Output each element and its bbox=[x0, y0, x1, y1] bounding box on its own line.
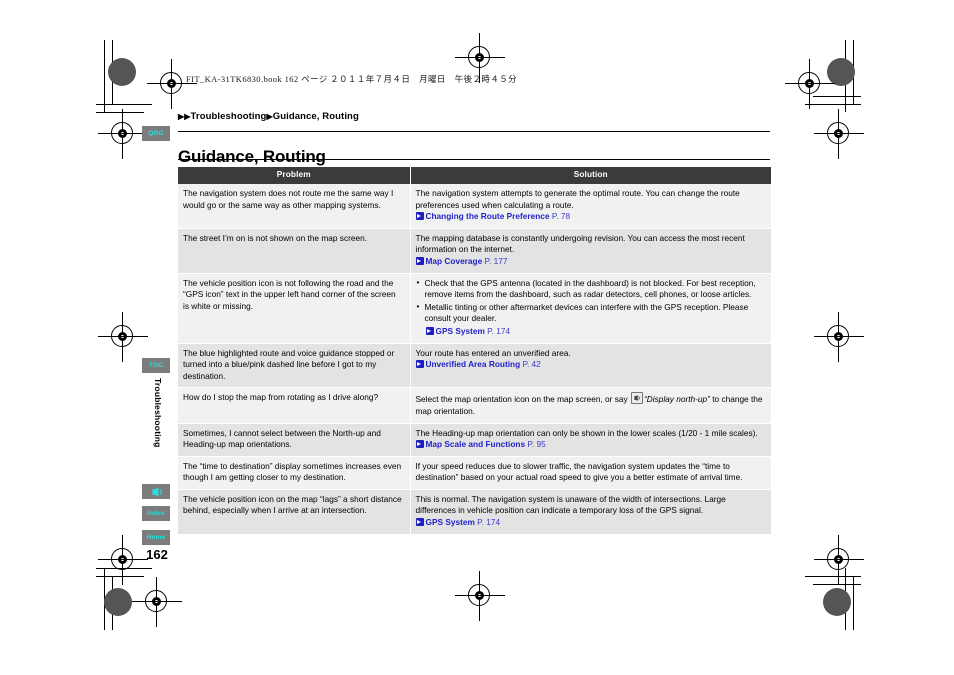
column-header-problem: Problem bbox=[178, 167, 411, 184]
cross-reference-link[interactable]: Map Coverage P. 177 bbox=[415, 255, 766, 268]
list-item: Metallic tinting or other aftermarket de… bbox=[417, 301, 766, 325]
cell-solution: This is normal. The navigation system is… bbox=[410, 489, 771, 535]
reference-arrow-icon bbox=[415, 440, 424, 449]
voice-command-icon bbox=[150, 487, 163, 497]
reference-arrow-icon bbox=[425, 326, 434, 335]
title-rule-bottom bbox=[178, 159, 770, 160]
reference-title: Map Coverage bbox=[425, 255, 483, 266]
table-header-row: Problem Solution bbox=[178, 167, 771, 184]
cell-problem: Sometimes, I cannot select between the N… bbox=[178, 423, 411, 457]
cell-solution: Your route has entered an unverified are… bbox=[410, 343, 771, 389]
breadcrumb-item-troubleshooting[interactable]: Troubleshooting bbox=[191, 111, 267, 122]
cell-problem: The street I’m on is not shown on the ma… bbox=[178, 228, 411, 274]
reference-title: Unverified Area Routing bbox=[425, 359, 521, 370]
reference-title: GPS System bbox=[435, 325, 485, 336]
cell-problem: The vehicle position icon on the map “la… bbox=[178, 489, 411, 535]
reference-page: P. 78 bbox=[551, 211, 571, 222]
print-slug: FIT_KA-31TK6830.book 162 ページ ２０１１年７月４日 月… bbox=[186, 74, 518, 84]
table-row: The vehicle position icon is not followi… bbox=[178, 273, 771, 344]
sidebar-tab-home-label: Home bbox=[146, 534, 166, 541]
reference-title: Map Scale and Functions bbox=[425, 439, 526, 450]
reference-arrow-icon bbox=[415, 212, 424, 221]
cell-solution: The navigation system attempts to genera… bbox=[410, 184, 771, 229]
table-row: Sometimes, I cannot select between the N… bbox=[178, 423, 771, 457]
sidebar-tab-qrg-label: QRG bbox=[148, 130, 164, 137]
list-item: Check that the GPS antenna (located in t… bbox=[417, 277, 766, 301]
solution-bullet-list: Check that the GPS antenna (located in t… bbox=[416, 277, 766, 325]
cross-reference-link[interactable]: Unverified Area Routing P. 42 bbox=[415, 359, 766, 371]
cell-solution: The Heading-up map orientation can only … bbox=[410, 423, 771, 457]
manual-page: FIT_KA-31TK6830.book 162 ページ ２０１１年７月４日 月… bbox=[0, 0, 954, 675]
reference-title: Changing the Route Preference bbox=[425, 211, 550, 222]
cross-reference-link[interactable]: Map Scale and Functions P. 95 bbox=[415, 439, 766, 451]
reference-page: P. 42 bbox=[522, 359, 541, 370]
cell-problem: The “time to destination” display someti… bbox=[178, 456, 411, 490]
page-number: 162 bbox=[146, 547, 168, 562]
table-row: How do I stop the map from rotating as I… bbox=[178, 387, 771, 424]
section-label-vertical: Troubleshooting bbox=[153, 378, 163, 448]
reference-page: P. 95 bbox=[527, 439, 546, 450]
cross-reference-link[interactable]: GPS System P. 174 bbox=[415, 517, 766, 529]
cross-reference-link[interactable]: Changing the Route Preference P. 78 bbox=[415, 211, 766, 223]
sidebar-tab-voice-command[interactable] bbox=[142, 484, 170, 499]
cell-solution: If your speed reduces due to slower traf… bbox=[410, 456, 771, 490]
table-row: The blue highlighted route and voice gui… bbox=[178, 343, 771, 389]
voice-command-icon bbox=[630, 392, 643, 405]
cell-problem: The vehicle position icon is not followi… bbox=[178, 273, 411, 344]
column-header-solution: Solution bbox=[410, 167, 771, 184]
table-row: The “time to destination” display someti… bbox=[178, 456, 771, 490]
cross-reference-link[interactable]: GPS System P. 174 bbox=[425, 325, 766, 338]
table-row: The vehicle position icon on the map “la… bbox=[178, 489, 771, 535]
cell-problem: The navigation system does not route me … bbox=[178, 184, 411, 229]
reference-arrow-icon bbox=[415, 360, 424, 369]
solution-text: This is normal. The navigation system is… bbox=[415, 493, 726, 516]
breadcrumb-item-guidance-routing[interactable]: Guidance, Routing bbox=[273, 111, 359, 122]
sidebar-tab-home[interactable]: Home bbox=[142, 530, 170, 545]
reference-page: P. 174 bbox=[477, 517, 501, 528]
sidebar-tab-qrg[interactable]: QRG bbox=[142, 126, 170, 141]
troubleshooting-table: Problem Solution The navigation system d… bbox=[178, 167, 771, 535]
cell-solution: Select the map orientation icon on the m… bbox=[410, 387, 771, 424]
solution-text-italic: “Display north-up” bbox=[643, 394, 710, 405]
solution-text: The mapping database is constantly under… bbox=[415, 232, 745, 255]
cell-solution: The mapping database is constantly under… bbox=[410, 228, 771, 274]
title-rule-top bbox=[178, 131, 770, 132]
solution-text: The Heading-up map orientation can only … bbox=[415, 427, 758, 438]
solution-text-pre: Select the map orientation icon on the m… bbox=[415, 394, 630, 405]
cell-problem: The blue highlighted route and voice gui… bbox=[178, 343, 411, 389]
page-title: Guidance, Routing bbox=[178, 147, 326, 167]
sidebar-tab-index[interactable]: Index bbox=[142, 506, 170, 521]
solution-text: Your route has entered an unverified are… bbox=[415, 347, 571, 358]
sidebar-tab-toc-label: TOC bbox=[148, 362, 164, 369]
reference-page: P. 177 bbox=[484, 255, 508, 266]
reference-page: P. 174 bbox=[487, 325, 511, 336]
cell-problem: How do I stop the map from rotating as I… bbox=[178, 387, 411, 424]
reference-title: GPS System bbox=[425, 517, 475, 528]
table-row: The navigation system does not route me … bbox=[178, 184, 771, 229]
breadcrumb: ▶▶Troubleshooting▶Guidance, Routing bbox=[178, 111, 359, 122]
sidebar-tab-index-label: Index bbox=[147, 510, 165, 517]
solution-text: The navigation system attempts to genera… bbox=[415, 188, 740, 210]
table-row: The street I’m on is not shown on the ma… bbox=[178, 228, 771, 274]
reference-arrow-icon bbox=[415, 256, 424, 265]
sidebar-tab-toc[interactable]: TOC bbox=[142, 358, 170, 373]
reference-arrow-icon bbox=[415, 518, 424, 527]
cell-solution: Check that the GPS antenna (located in t… bbox=[410, 273, 771, 344]
